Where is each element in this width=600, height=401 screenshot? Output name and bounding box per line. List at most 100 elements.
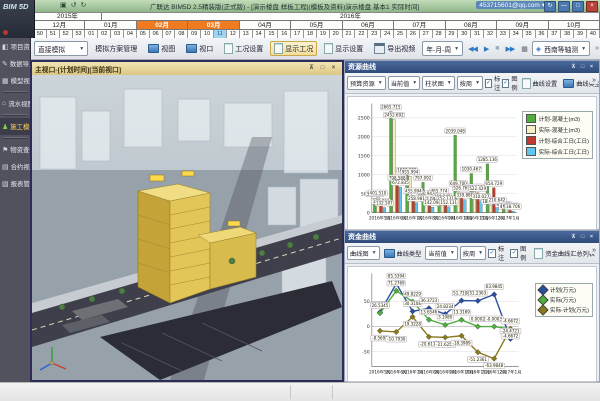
contract-view-icon: ▤ xyxy=(2,163,9,171)
export-video-button[interactable]: 导出视频 xyxy=(370,41,419,56)
sidebar-item-flow-view[interactable]: ⌂流水视图 xyxy=(0,95,30,112)
redo-icon[interactable]: ↻ xyxy=(81,1,87,9)
bim5d-window: ▣ ↺ ↻ 广联达 BIM5D 2.5精装版(正式版) - [演示楼盘 样板工程… xyxy=(0,0,600,400)
fund-chart-type-dropdown[interactable]: 曲线图▼ xyxy=(347,246,380,260)
sidebar-item-project-data[interactable]: ◧项目资料 xyxy=(0,38,30,55)
timeline-month-cell[interactable]: 08月 xyxy=(446,21,497,30)
fund-period-dropdown[interactable]: 按周▼ xyxy=(460,246,486,260)
maximize-icon[interactable]: □ xyxy=(317,63,328,74)
pin-icon[interactable]: ⊼ xyxy=(306,63,317,74)
close-icon[interactable]: × xyxy=(328,63,339,74)
view-preset-dropdown[interactable]: ◈ 西南等轴测▼ xyxy=(532,41,590,56)
value-mode-dropdown[interactable]: 当前值▼ xyxy=(388,76,421,90)
sidebar-item-report-manage[interactable]: ▧报表管理 xyxy=(0,175,30,192)
chevron-down-icon: ▼ xyxy=(454,46,459,52)
sidebar-item-model-view[interactable]: ▦模型视图 xyxy=(0,72,30,89)
svg-text:63.9845: 63.9845 xyxy=(486,284,503,289)
sidebar-item-data-import[interactable]: ✎数据导入 xyxy=(0,55,30,72)
sim-mode-dropdown[interactable]: 直接模拟▼ xyxy=(34,41,88,56)
svg-text:-0.0003: -0.0003 xyxy=(486,316,502,321)
chart-legend: 计划-混凝土(m3)实际-混凝土(m3)计划-综合工日(工日)实际-综合工日(工… xyxy=(522,111,593,159)
fund-annotate-checkbox[interactable]: ✓ xyxy=(488,249,496,258)
fund-value-mode-dropdown[interactable]: 当前值▼ xyxy=(425,246,458,260)
pin-icon[interactable]: ⊼ xyxy=(569,233,578,242)
condition-setting-button[interactable]: 工况设置 xyxy=(220,41,267,56)
time-unit-dropdown[interactable]: 年-月-周▼ xyxy=(422,41,463,56)
model-view-icon: ▦ xyxy=(2,77,9,85)
title-bar: ▣ ↺ ↻ 广联达 BIM5D 2.5精装版(正式版) - [演示楼盘 样板工程… xyxy=(0,0,600,12)
fund-curve-type-button[interactable]: 曲线类型 xyxy=(382,248,424,259)
timeline-month-cell[interactable]: 05月 xyxy=(291,21,342,30)
viewport-button[interactable]: 视口 xyxy=(182,42,217,56)
svg-text:522.429: 522.429 xyxy=(469,186,486,191)
fund-legend-checkbox[interactable]: ✓ xyxy=(510,249,518,258)
timeline-month-cell[interactable]: 03月 xyxy=(188,21,239,30)
show-condition-button[interactable]: 显示工况 xyxy=(270,41,317,56)
stop-button[interactable]: ■ xyxy=(493,45,500,52)
svg-text:36.3723: 36.3723 xyxy=(421,298,438,303)
rewind-button[interactable]: ◀◀ xyxy=(466,45,479,53)
timeline-month-cell[interactable]: 06月 xyxy=(343,21,394,30)
undo-icon[interactable]: ↺ xyxy=(71,1,77,9)
fast-forward-button[interactable]: ▶▶ xyxy=(504,45,517,53)
maximize-icon[interactable]: □ xyxy=(578,233,587,242)
app-logo[interactable]: BIM 5D xyxy=(0,0,35,38)
timeline-month-cell[interactable]: 09月 xyxy=(497,21,548,30)
refresh-button[interactable]: ↻ xyxy=(544,1,556,12)
clapperboard-icon xyxy=(374,43,385,54)
curve-setting-button[interactable]: 曲线设置 xyxy=(520,77,560,90)
pin-icon[interactable]: ⊼ xyxy=(569,63,578,72)
sidebar-item-contract-view[interactable]: ▤合约视图 xyxy=(0,158,30,175)
resource-bar-chart[interactable]: 050010001500200025002016年5月2016年6月2016年7… xyxy=(347,96,597,230)
timeline-year-cell[interactable]: 2015年 xyxy=(34,13,102,21)
resource-panel-header: 资源曲线 ⊼ □ × xyxy=(345,61,599,73)
close-icon[interactable]: × xyxy=(587,233,596,242)
materials-query-icon: ⚑ xyxy=(2,146,8,154)
restore-button[interactable]: □ xyxy=(572,1,584,12)
play-button[interactable]: ▶ xyxy=(482,45,490,53)
svg-text:51.2363: 51.2363 xyxy=(469,291,486,296)
fund-line-chart[interactable]: -500502016年5月2016年6月2016年7月2016年8月2016年9… xyxy=(347,266,597,382)
sidebar-item-simulation[interactable]: ♟施工模拟 xyxy=(0,118,30,135)
timeline-month-cell[interactable]: 10月 xyxy=(549,21,600,30)
chevron-down-icon: ▼ xyxy=(79,46,84,52)
view-button[interactable]: 视图 xyxy=(144,42,179,56)
fund-summary-button[interactable]: 资金曲线汇总列表 xyxy=(532,247,597,260)
timeline-month-cell[interactable]: 12月 xyxy=(34,21,85,30)
timeline-year-cell[interactable]: 2016年 xyxy=(102,13,600,21)
resource-panel-title: 资源曲线 xyxy=(348,62,376,72)
timeline-month-cell[interactable]: 04月 xyxy=(240,21,291,30)
svg-text:2665.715: 2665.715 xyxy=(381,105,401,110)
sidebar-divider xyxy=(3,114,27,116)
chart-type-dropdown[interactable]: 柱状图▼ xyxy=(422,76,455,90)
annotate-checkbox[interactable]: ✓ xyxy=(485,79,492,88)
resource-type-dropdown[interactable]: 预算资源▼ xyxy=(347,76,386,90)
timeline-month-cell[interactable]: 07月 xyxy=(394,21,445,30)
save-icon[interactable]: ▣ xyxy=(60,1,67,9)
timeline-month-cell[interactable]: 01月 xyxy=(85,21,136,30)
legend-checkbox[interactable]: ✓ xyxy=(502,79,509,88)
maximize-icon[interactable]: □ xyxy=(578,63,587,72)
period-dropdown[interactable]: 按周▼ xyxy=(457,76,483,90)
timeline-month-cell[interactable]: 02月 xyxy=(137,21,188,30)
svg-text:526.765: 526.765 xyxy=(453,186,470,191)
sidebar-item-materials-query[interactable]: ⚑物资查询 xyxy=(0,141,30,158)
toolbar-overflow-button[interactable]: » xyxy=(593,45,600,52)
minimize-button[interactable]: — xyxy=(558,1,570,12)
grid-view-button[interactable]: ▦ xyxy=(519,45,529,53)
document-icon xyxy=(224,43,233,54)
panel-overflow-button[interactable]: » xyxy=(590,77,598,84)
app-logo-text: BIM 5D xyxy=(0,0,34,11)
svg-text:1285.136: 1285.136 xyxy=(478,157,498,162)
panel-overflow-button[interactable]: » xyxy=(590,247,598,254)
sim-plan-manage-button[interactable]: 模拟方案管理 xyxy=(91,42,141,56)
display-setting-button[interactable]: 显示设置 xyxy=(320,41,367,56)
svg-text:-4.6672: -4.6672 xyxy=(503,334,519,339)
svg-text:132.507: 132.507 xyxy=(376,201,393,206)
close-icon[interactable]: × xyxy=(587,63,596,72)
flow-view-icon: ⌂ xyxy=(2,100,6,107)
close-button[interactable]: × xyxy=(586,1,598,12)
3d-scene[interactable] xyxy=(32,75,342,380)
compass-icon: ◈ xyxy=(536,45,541,53)
account-menu[interactable]: 453715601@qq.com ▾ xyxy=(476,1,548,9)
